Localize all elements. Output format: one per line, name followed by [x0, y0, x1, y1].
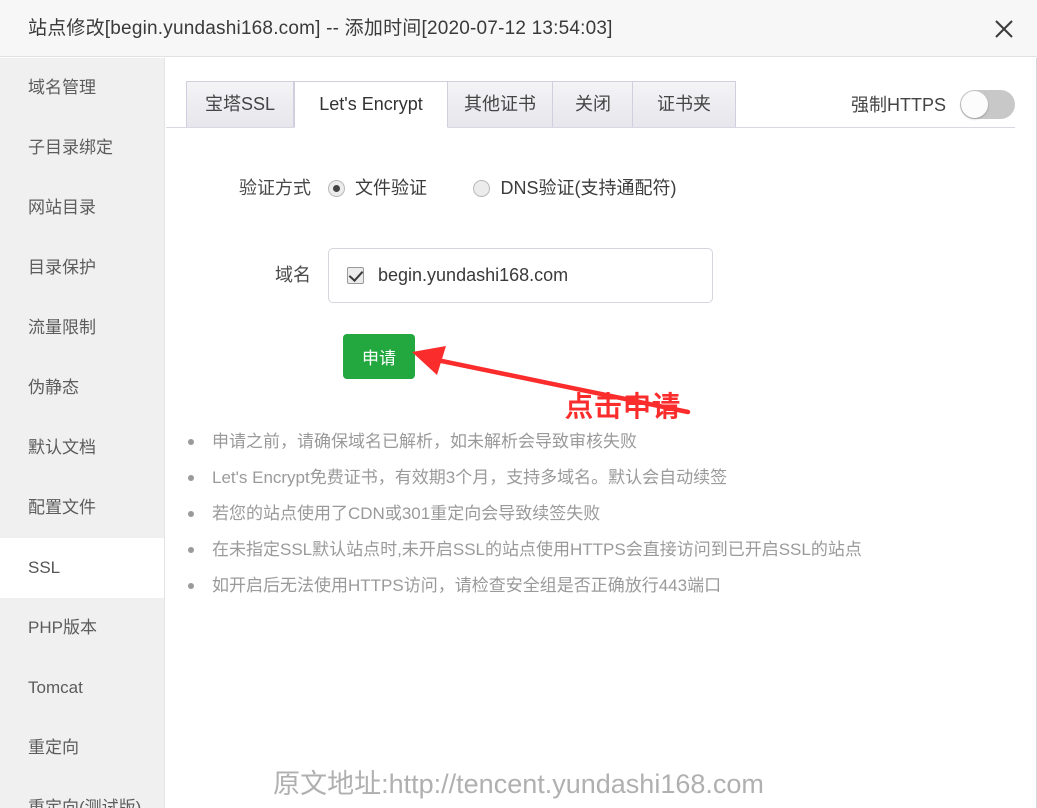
note-item: Let's Encrypt免费证书，有效期3个月，支持多域名。默认会自动续签	[184, 460, 984, 496]
sidebar-item-7[interactable]: 默认文档	[0, 418, 164, 478]
radio-icon	[473, 179, 491, 197]
radio-option-label: DNS验证(支持通配符)	[500, 178, 677, 198]
sidebar-item-label: 目录保护	[28, 258, 96, 277]
verify-method-label: 验证方式	[239, 178, 311, 198]
notes-list: 申请之前，请确保域名已解析，如未解析会导致审核失败 Let's Encrypt免费…	[184, 424, 984, 604]
radio-option-label: 文件验证	[355, 178, 427, 198]
sidebar-item-1[interactable]: 域名管理	[0, 58, 164, 118]
sidebar-item-label: 默认文档	[28, 438, 96, 457]
sidebar-item-8[interactable]: 配置文件	[0, 478, 164, 538]
sidebar: 域名管理子目录绑定网站目录目录保护流量限制伪静态默认文档配置文件 SSL PHP版本…	[0, 58, 165, 808]
sidebar-item-label: Tomcat	[28, 678, 83, 697]
tab-1[interactable]: 宝塔SSL	[186, 81, 294, 128]
radio-option-dns-verify[interactable]: DNS验证(支持通配符)	[473, 170, 676, 206]
domain-row: 域名 begin.yundashi168.com	[166, 248, 1037, 303]
sidebar-item-4[interactable]: 目录保护	[0, 238, 164, 298]
tab-label: 证书夹	[657, 94, 711, 114]
note-item: 若您的站点使用了CDN或301重定向会导致续签失败	[184, 496, 984, 532]
sidebar-item-label: 流量限制	[28, 318, 96, 337]
sidebar-item-label: SSL	[28, 558, 61, 577]
tab-3[interactable]: 其他证书	[446, 81, 554, 128]
dialog-title: 站点修改[begin.yundashi168.com] -- 添加时间[2020…	[28, 18, 613, 39]
sidebar-item-label: 配置文件	[28, 498, 96, 517]
verify-method-row: 验证方式 文件验证 DNS验证(支持通配符)	[166, 170, 1037, 206]
force-https-control: 强制HTTPS	[851, 82, 1015, 126]
tab-label: 宝塔SSL	[204, 94, 276, 114]
apply-button[interactable]: 申请	[343, 334, 415, 379]
sidebar-item-2[interactable]: 子目录绑定	[0, 118, 164, 178]
sidebar-item-label: 子目录绑定	[28, 138, 113, 157]
note-item: 申请之前，请确保域名已解析，如未解析会导致审核失败	[184, 424, 984, 460]
force-https-label: 强制HTTPS	[850, 95, 946, 115]
note-item: 在未指定SSL默认站点时,未开启SSL的站点使用HTTPS会直接访问到已开启SS…	[184, 532, 984, 568]
sidebar-item-5[interactable]: 流量限制	[0, 298, 164, 358]
force-https-toggle[interactable]	[960, 89, 1015, 119]
close-icon[interactable]	[985, 10, 1023, 48]
annotation-text: 点击申请	[565, 391, 682, 422]
domain-value: begin.yundashi168.com	[378, 265, 569, 285]
domain-checkbox[interactable]	[347, 267, 364, 284]
sidebar-item-label: 伪静态	[28, 378, 79, 397]
domain-field-wrap: begin.yundashi168.com	[328, 248, 713, 303]
tab-label: 关闭	[575, 94, 611, 114]
domain-label: 域名	[275, 265, 311, 285]
radio-option-file-verify[interactable]: 文件验证	[328, 170, 427, 206]
tab-4[interactable]: 关闭	[552, 81, 634, 128]
sidebar-item-3[interactable]: 网站目录	[0, 178, 164, 238]
sidebar-item-10[interactable]: PHP版本	[0, 598, 164, 658]
sidebar-item-label: PHP版本	[28, 618, 97, 637]
sidebar-item-11[interactable]: Tomcat	[0, 658, 164, 718]
radio-icon	[328, 179, 345, 197]
sidebar-item-label: 网站目录	[28, 198, 96, 217]
site-edit-dialog: 站点修改[begin.yundashi168.com] -- 添加时间[2020…	[0, 0, 1037, 808]
tab-5[interactable]: 证书夹	[632, 81, 736, 128]
sidebar-item-9[interactable]: SSL	[0, 538, 164, 598]
toggle-knob	[961, 90, 988, 118]
dialog-titlebar: 站点修改[begin.yundashi168.com] -- 添加时间[2020…	[0, 0, 1037, 57]
note-item: 如开启后无法使用HTTPS访问，请检查安全组是否正确放行443端口	[184, 568, 984, 604]
sidebar-item-6[interactable]: 伪静态	[0, 358, 164, 418]
tab-label: 其他证书	[464, 94, 536, 114]
tab-label: Let's Encrypt	[319, 94, 423, 114]
sidebar-item-label: 域名管理	[28, 78, 96, 97]
verify-method-options: 文件验证 DNS验证(支持通配符)	[328, 170, 718, 206]
sidebar-item-label: 重定向	[28, 738, 79, 757]
domain-list-box[interactable]: begin.yundashi168.com	[328, 248, 713, 303]
tab-2[interactable]: Let's Encrypt	[294, 81, 448, 128]
watermark-text: 原文地址:http://tencent.yundashi168.com	[273, 769, 764, 799]
